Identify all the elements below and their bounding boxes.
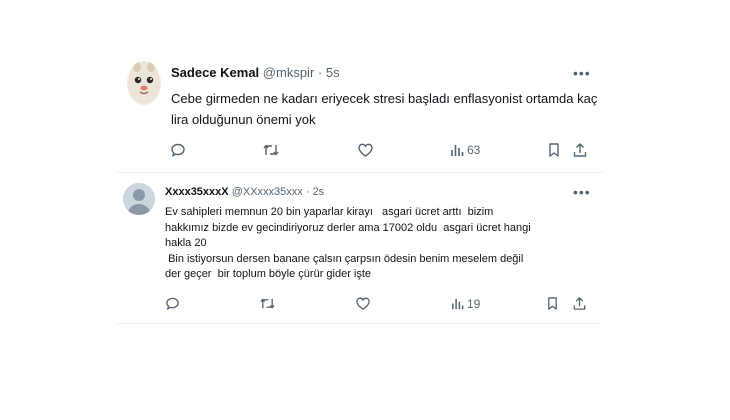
- bookmark-button[interactable]: [546, 296, 559, 311]
- tweet-divider: [115, 323, 600, 324]
- like-button[interactable]: [355, 296, 371, 311]
- share-icon: [573, 143, 587, 157]
- views-count: 63: [467, 143, 481, 157]
- views-icon: [452, 298, 464, 310]
- views-button[interactable]: 19: [451, 296, 480, 311]
- share-button[interactable]: [572, 296, 587, 311]
- like-button[interactable]: [357, 142, 374, 158]
- retweet-button[interactable]: [259, 296, 276, 311]
- tweet-2[interactable]: Xxxx35xxxX @XXxxx35xxx · 2s ••• Ev sahip…: [115, 178, 605, 323]
- action-bar: 63: [115, 142, 605, 164]
- more-options-button[interactable]: •••: [573, 65, 591, 81]
- tweet-header: Xxxx35xxxX @XXxxx35xxx · 2s: [165, 186, 324, 198]
- views-icon: [451, 145, 464, 156]
- reply-icon: [171, 143, 185, 157]
- retweet-icon: [260, 298, 275, 309]
- share-icon: [573, 297, 586, 310]
- tweet-header: Sadece Kemal @mkspir · 5s: [171, 65, 340, 80]
- default-avatar-icon: [123, 183, 155, 215]
- views-button[interactable]: 63: [450, 142, 480, 158]
- avatar-image: [128, 62, 160, 104]
- reply-icon: [166, 297, 179, 311]
- avatar[interactable]: [123, 183, 155, 215]
- bookmark-icon: [549, 143, 559, 157]
- display-name[interactable]: Sadece Kemal: [171, 65, 259, 80]
- display-name[interactable]: Xxxx35xxxX: [165, 186, 229, 198]
- share-button[interactable]: [572, 142, 588, 158]
- reply-button[interactable]: [170, 142, 186, 158]
- timestamp[interactable]: 2s: [313, 186, 325, 198]
- retweet-button[interactable]: [262, 142, 280, 158]
- tweet-text: Cebe girmeden ne kadarı eriyecek stresi …: [171, 91, 598, 127]
- action-bar: 19: [115, 296, 605, 318]
- timestamp[interactable]: 5s: [326, 65, 340, 80]
- tweet-text: Ev sahipleri memnun 20 bin yaparlar kira…: [165, 206, 531, 280]
- like-icon: [358, 143, 373, 157]
- avatar[interactable]: [127, 61, 161, 105]
- tweet-1[interactable]: Sadece Kemal @mkspir · 5s ••• Cebe girme…: [115, 55, 605, 175]
- more-options-button[interactable]: •••: [573, 184, 591, 200]
- like-icon: [356, 297, 370, 310]
- retweet-icon: [263, 144, 279, 156]
- tweet-divider: [115, 172, 605, 173]
- separator-dot: ·: [305, 186, 310, 198]
- reply-button[interactable]: [165, 296, 180, 311]
- separator-dot: ·: [317, 65, 323, 80]
- handle[interactable]: @XXxxx35xxx: [232, 186, 303, 198]
- views-count: 19: [467, 296, 481, 311]
- handle[interactable]: @mkspir: [263, 65, 314, 80]
- bookmark-button[interactable]: [547, 142, 561, 158]
- bookmark-icon: [548, 297, 557, 310]
